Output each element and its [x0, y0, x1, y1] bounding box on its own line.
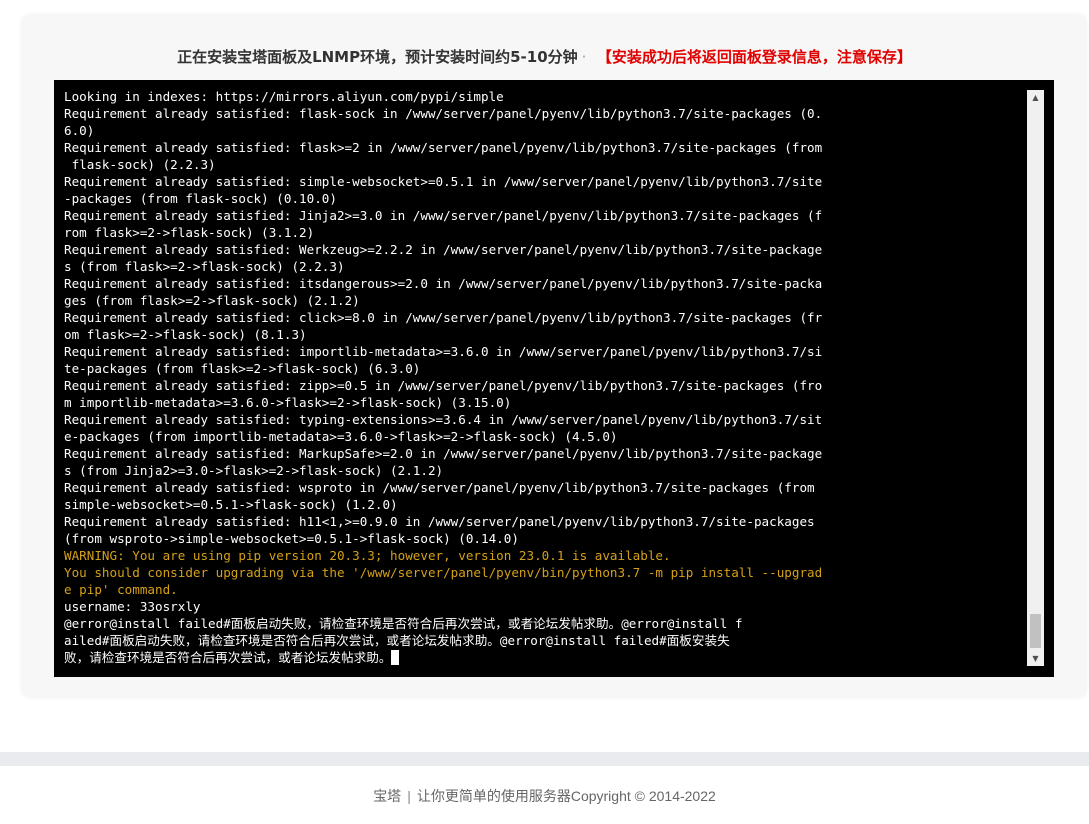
- terminal-line-text: rom flask>=2->flask-sock) (3.1.2): [64, 225, 315, 240]
- terminal-line: Requirement already satisfied: simple-we…: [64, 173, 1014, 190]
- terminal-line: You should consider upgrading via the '/…: [64, 564, 1014, 581]
- terminal-line-text: WARNING: You are using pip version 20.3.…: [64, 548, 671, 563]
- terminal-line: e-packages (from importlib-metadata>=3.6…: [64, 428, 1014, 445]
- terminal-line-text: Requirement already satisfied: flask>=2 …: [64, 140, 823, 155]
- terminal-text: Looking in indexes: https://mirrors.aliy…: [64, 88, 1014, 666]
- terminal-line: Requirement already satisfied: itsdanger…: [64, 275, 1014, 292]
- terminal-line: rom flask>=2->flask-sock) (3.1.2): [64, 224, 1014, 241]
- terminal-line-text: flask-sock) (2.2.3): [64, 157, 216, 172]
- terminal-line: Requirement already satisfied: click>=8.…: [64, 309, 1014, 326]
- terminal-line-text: s (from Jinja2>=3.0->flask>=2->flask-soc…: [64, 463, 444, 478]
- terminal-line-text: te-packages (from flask>=2->flask-sock) …: [64, 361, 421, 376]
- terminal-line-text: e-packages (from importlib-metadata>=3.6…: [64, 429, 618, 444]
- terminal-line: @error@install failed#面板启动失败，请检查环境是否符合后再…: [64, 615, 1014, 632]
- terminal-line: Requirement already satisfied: h11<1,>=0…: [64, 513, 1014, 530]
- scroll-thumb[interactable]: [1030, 614, 1041, 648]
- terminal-line-text: You should consider upgrading via the '/…: [64, 565, 823, 580]
- terminal-line: s (from Jinja2>=3.0->flask>=2->flask-soc…: [64, 462, 1014, 479]
- terminal-line-text: m importlib-metadata>=3.6.0->flask>=2->f…: [64, 395, 512, 410]
- terminal-line-text: Requirement already satisfied: h11<1,>=0…: [64, 514, 815, 529]
- terminal-line-text: om flask>=2->flask-sock) (8.1.3): [64, 327, 307, 342]
- terminal-line-text: s (from flask>=2->flask-sock) (2.2.3): [64, 259, 345, 274]
- scroll-up-arrow-icon[interactable]: ▲: [1027, 90, 1044, 105]
- terminal-line: Requirement already satisfied: wsproto i…: [64, 479, 1014, 496]
- terminal-line-text: Requirement already satisfied: importlib…: [64, 344, 823, 359]
- footer-divider: [0, 752, 1089, 766]
- terminal-line: Requirement already satisfied: MarkupSaf…: [64, 445, 1014, 462]
- terminal-line-text: Requirement already satisfied: click>=8.…: [64, 310, 823, 325]
- terminal-line-text: Requirement already satisfied: wsproto i…: [64, 480, 815, 495]
- terminal-line-text: e pip' command.: [64, 582, 178, 597]
- page: 正在安装宝塔面板及LNMP环境，预计安装时间约5-10分钟 · 【安装成功后将返回面…: [0, 0, 1089, 824]
- terminal-line: -packages (from flask-sock) (0.10.0): [64, 190, 1014, 207]
- terminal-line: Requirement already satisfied: Jinja2>=3…: [64, 207, 1014, 224]
- terminal-scrollbar[interactable]: ▲ ▼: [1027, 90, 1044, 666]
- footer-copyright: 让你更简单的使用服务器Copyright © 2014-2022: [416, 788, 716, 804]
- terminal-output[interactable]: Looking in indexes: https://mirrors.aliy…: [54, 80, 1054, 677]
- terminal-line: Looking in indexes: https://mirrors.aliy…: [64, 88, 1014, 105]
- terminal-line-text: ailed#面板启动失败，请检查环境是否符合后再次尝试，或者论坛发帖求助。@er…: [64, 633, 730, 648]
- terminal-line: s (from flask>=2->flask-sock) (2.2.3): [64, 258, 1014, 275]
- footer: 宝塔 | 让你更简单的使用服务器Copyright © 2014-2022: [0, 786, 1089, 806]
- terminal-line-text: Requirement already satisfied: flask-soc…: [64, 106, 823, 121]
- terminal-line-text: Looking in indexes: https://mirrors.aliy…: [64, 89, 504, 104]
- terminal-line: ges (from flask>=2->flask-sock) (2.1.2): [64, 292, 1014, 309]
- terminal-line: Requirement already satisfied: Werkzeug>…: [64, 241, 1014, 258]
- terminal-line: Requirement already satisfied: importlib…: [64, 343, 1014, 360]
- terminal-cursor: [391, 650, 400, 665]
- terminal-line: Requirement already satisfied: typing-ex…: [64, 411, 1014, 428]
- terminal-line: Requirement already satisfied: zipp>=0.5…: [64, 377, 1014, 394]
- terminal-line-text: 败，请检查环境是否符合后再次尝试，或者论坛发帖求助。: [64, 650, 392, 665]
- terminal-line-text: -packages (from flask-sock) (0.10.0): [64, 191, 337, 206]
- terminal-line-text: (from wsproto->simple-websocket>=0.5.1->…: [64, 531, 519, 546]
- terminal-line: WARNING: You are using pip version 20.3.…: [64, 547, 1014, 564]
- terminal-line-text: Requirement already satisfied: MarkupSaf…: [64, 446, 823, 461]
- terminal-line-text: ges (from flask>=2->flask-sock) (2.1.2): [64, 293, 360, 308]
- terminal-line-text: Requirement already satisfied: typing-ex…: [64, 412, 823, 427]
- terminal-line-text: @error@install failed#面板启动失败，请检查环境是否符合后再…: [64, 616, 743, 631]
- terminal-line: om flask>=2->flask-sock) (8.1.3): [64, 326, 1014, 343]
- terminal-line: te-packages (from flask>=2->flask-sock) …: [64, 360, 1014, 377]
- terminal-line: username: 33osrxly: [64, 598, 1014, 615]
- terminal-line-text: username: 33osrxly: [64, 599, 201, 614]
- terminal-line-text: simple-websocket>=0.5.1->flask-sock) (1.…: [64, 497, 398, 512]
- terminal-line-text: Requirement already satisfied: zipp>=0.5…: [64, 378, 823, 393]
- install-notice: 【安装成功后将返回面板登录信息，注意保存】: [604, 48, 912, 66]
- scroll-down-arrow-icon[interactable]: ▼: [1027, 651, 1044, 666]
- terminal-line: 6.0): [64, 122, 1014, 139]
- terminal-line: 败，请检查环境是否符合后再次尝试，或者论坛发帖求助。: [64, 649, 1014, 666]
- heading-dot: ·: [581, 48, 587, 66]
- terminal-line: e pip' command.: [64, 581, 1014, 598]
- terminal-line: ailed#面板启动失败，请检查环境是否符合后再次尝试，或者论坛发帖求助。@er…: [64, 632, 1014, 649]
- footer-brand: 宝塔: [373, 788, 402, 804]
- terminal-line-text: Requirement already satisfied: Jinja2>=3…: [64, 208, 823, 223]
- install-heading: 正在安装宝塔面板及LNMP环境，预计安装时间约5-10分钟 · 【安装成功后将返回面…: [0, 46, 1089, 68]
- terminal-line: (from wsproto->simple-websocket>=0.5.1->…: [64, 530, 1014, 547]
- terminal-line-text: Requirement already satisfied: simple-we…: [64, 174, 823, 189]
- terminal-line-text: Requirement already satisfied: Werkzeug>…: [64, 242, 823, 257]
- terminal-line: Requirement already satisfied: flask>=2 …: [64, 139, 1014, 156]
- terminal-line: m importlib-metadata>=3.6.0->flask>=2->f…: [64, 394, 1014, 411]
- terminal-line: Requirement already satisfied: flask-soc…: [64, 105, 1014, 122]
- terminal-line-text: Requirement already satisfied: itsdanger…: [64, 276, 823, 291]
- install-title: 正在安装宝塔面板及LNMP环境，预计安装时间约5-10分钟: [177, 48, 578, 66]
- footer-separator: |: [407, 788, 411, 804]
- terminal-line: simple-websocket>=0.5.1->flask-sock) (1.…: [64, 496, 1014, 513]
- terminal-line: flask-sock) (2.2.3): [64, 156, 1014, 173]
- terminal-line-text: 6.0): [64, 123, 95, 138]
